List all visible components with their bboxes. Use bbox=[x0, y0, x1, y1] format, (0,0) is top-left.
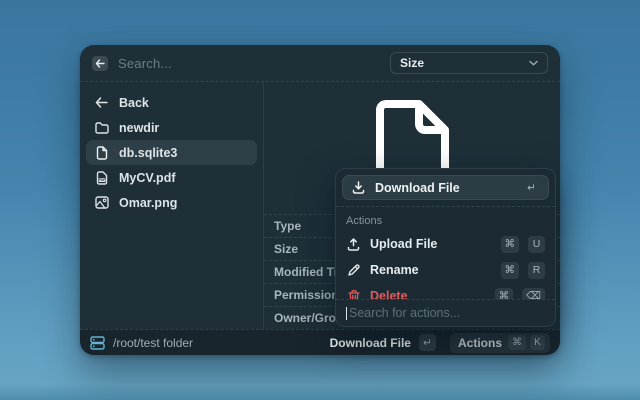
download-icon bbox=[351, 181, 366, 194]
chevron-down-icon bbox=[529, 60, 538, 66]
folder-icon bbox=[94, 122, 109, 134]
search-input[interactable]: Search... bbox=[118, 56, 390, 71]
popup-search-placeholder: Search for actions... bbox=[349, 306, 460, 320]
popup-section-label: Actions bbox=[346, 215, 545, 227]
file-icon bbox=[94, 146, 109, 160]
sidebar-item-omar-png[interactable]: Omar.png bbox=[86, 190, 257, 215]
pencil-icon bbox=[346, 264, 361, 277]
sort-dropdown-label: Size bbox=[400, 56, 529, 70]
sidebar-item-label: Back bbox=[119, 96, 149, 110]
sidebar-item-label: MyCV.pdf bbox=[119, 171, 176, 185]
actions-button-label: Actions bbox=[458, 336, 502, 350]
sidebar-item-label: Omar.png bbox=[119, 196, 177, 210]
sidebar-item-newdir[interactable]: newdir bbox=[86, 115, 257, 140]
popup-item-delete[interactable]: Delete ⌘ ⌫ bbox=[344, 283, 547, 299]
popup-action-list: Actions Upload File ⌘ U Rename ⌘ R Delet… bbox=[336, 207, 555, 299]
cmd-key-badge: ⌘ bbox=[508, 335, 526, 350]
back-button[interactable] bbox=[92, 56, 108, 71]
arrow-left-icon bbox=[95, 59, 105, 68]
status-bar: /root/test folder Download File ↵ Action… bbox=[80, 329, 560, 355]
k-key-badge: K bbox=[530, 335, 545, 350]
detail-label-size: Size bbox=[274, 242, 298, 256]
popup-item-label: Delete bbox=[370, 289, 486, 299]
popup-item-label: Upload File bbox=[370, 237, 492, 251]
current-path: /root/test folder bbox=[113, 336, 322, 350]
svg-text:PDF: PDF bbox=[98, 178, 105, 182]
cmd-key-badge: ⌘ bbox=[495, 288, 514, 300]
sidebar-item-back[interactable]: Back bbox=[86, 90, 257, 115]
upload-icon bbox=[346, 238, 361, 251]
trash-icon bbox=[346, 290, 361, 300]
cmd-key-badge: ⌘ bbox=[501, 236, 520, 253]
popup-item-rename[interactable]: Rename ⌘ R bbox=[344, 257, 547, 283]
sidebar: Back newdir db.sqlite3 PDF MyCV.pdf bbox=[80, 82, 264, 329]
actions-button[interactable]: Actions ⌘ K bbox=[450, 333, 550, 353]
server-icon bbox=[90, 336, 105, 350]
popup-item-label: Rename bbox=[370, 263, 492, 277]
image-file-icon bbox=[94, 196, 109, 209]
popup-search-input[interactable]: Search for actions... bbox=[336, 299, 555, 326]
sidebar-item-mycv-pdf[interactable]: PDF MyCV.pdf bbox=[86, 165, 257, 190]
u-key-badge: U bbox=[528, 236, 545, 253]
top-bar: Search... Size bbox=[80, 45, 560, 82]
sidebar-item-label: newdir bbox=[119, 121, 159, 135]
popup-item-label: Download File bbox=[375, 181, 514, 195]
pdf-file-icon: PDF bbox=[94, 171, 109, 185]
sidebar-item-label: db.sqlite3 bbox=[119, 146, 177, 160]
text-caret bbox=[346, 307, 347, 320]
popup-item-download-file[interactable]: Download File ↵ bbox=[342, 175, 549, 200]
enter-key-badge: ↵ bbox=[523, 179, 540, 196]
detail-label-type: Type bbox=[274, 219, 301, 233]
backspace-key-badge: ⌫ bbox=[522, 288, 545, 300]
enter-key-badge: ↵ bbox=[419, 334, 436, 351]
actions-popup: Download File ↵ Actions Upload File ⌘ U … bbox=[335, 168, 556, 327]
arrow-left-icon bbox=[94, 97, 109, 108]
download-file-action[interactable]: Download File bbox=[330, 336, 411, 350]
cmd-key-badge: ⌘ bbox=[501, 262, 520, 279]
popup-item-upload-file[interactable]: Upload File ⌘ U bbox=[344, 231, 547, 257]
sort-dropdown[interactable]: Size bbox=[390, 52, 548, 74]
sidebar-item-db-sqlite3[interactable]: db.sqlite3 bbox=[86, 140, 257, 165]
r-key-badge: R bbox=[528, 262, 545, 279]
